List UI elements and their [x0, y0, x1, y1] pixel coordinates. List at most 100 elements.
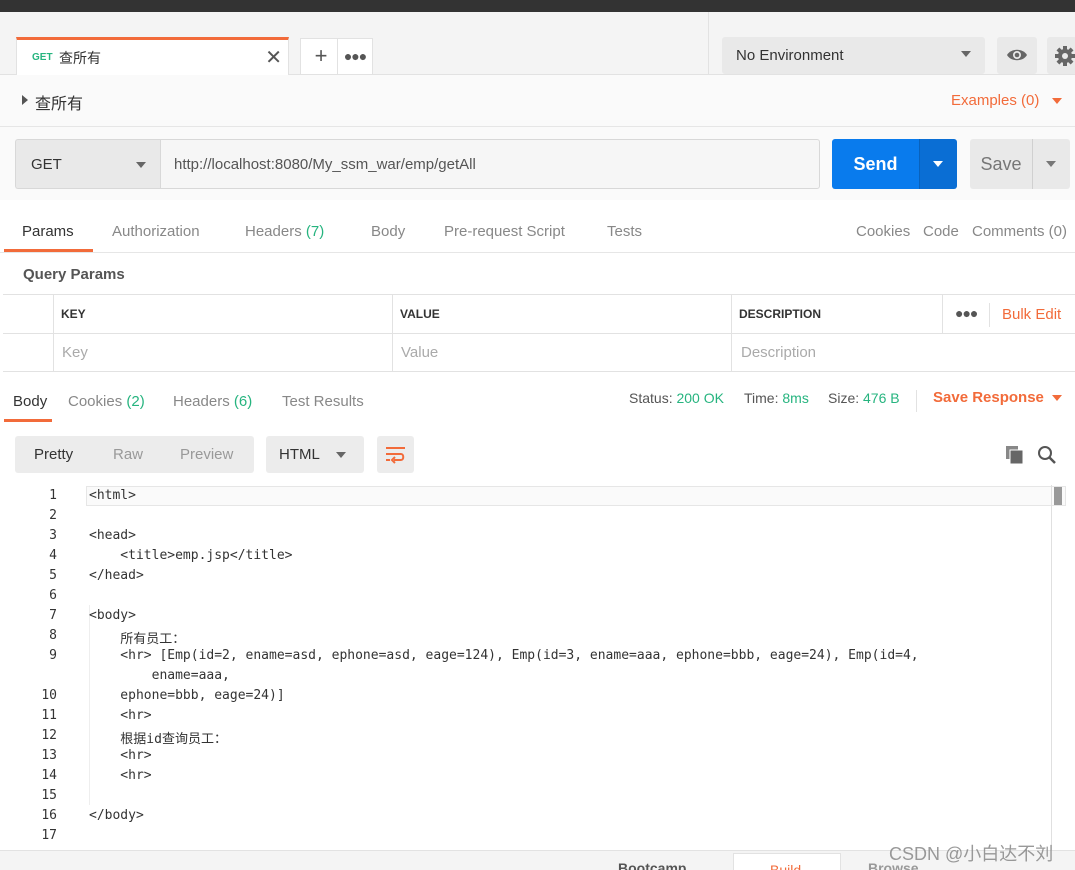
method-select-value: GET — [31, 156, 62, 173]
examples-dropdown[interactable]: Examples (0) — [951, 92, 1039, 109]
url-input[interactable] — [160, 139, 820, 189]
bootcamp-link[interactable]: Bootcamp — [592, 860, 686, 870]
code-line: <head> — [89, 528, 136, 543]
status-value[interactable]: 200 OK — [676, 390, 723, 406]
size-value[interactable]: 476 B — [863, 390, 900, 406]
line-number: 16 — [41, 808, 57, 823]
divider — [989, 303, 990, 327]
more-options-ellipsis-icon[interactable]: ●●● — [955, 305, 978, 321]
gear-icon — [1055, 46, 1075, 66]
chevron-down-icon — [933, 161, 943, 167]
tab-params[interactable]: Params — [22, 223, 74, 240]
bootcamp-label: Bootcamp — [618, 860, 687, 870]
tab-cookies-count: (2) — [126, 393, 145, 410]
divider — [942, 295, 943, 334]
description-input[interactable]: Description — [741, 344, 816, 361]
tab-cookies-label: Cookies — [68, 393, 123, 410]
code-line: ephone=bbb, eage=24)] — [89, 688, 285, 703]
tab-headers-label: Headers — [245, 223, 302, 240]
line-number: 15 — [41, 788, 57, 803]
response-body-editor[interactable]: 1 <html> 2 3 <head> 4 <title>emp.jsp</title> 5… — [0, 485, 1075, 850]
tab-response-cookies[interactable]: Cookies (2) — [68, 393, 145, 410]
line-number: 10 — [41, 688, 57, 703]
request-tab-name: 查所有 — [59, 50, 101, 66]
copy-icon[interactable] — [1005, 445, 1025, 465]
time-value[interactable]: 8ms — [782, 390, 808, 406]
tab-headers[interactable]: Headers (7) — [245, 223, 324, 240]
line-number: 8 — [49, 628, 57, 643]
view-raw[interactable]: Raw — [113, 446, 143, 463]
active-tab-indicator — [4, 249, 93, 252]
line-number: 7 — [49, 608, 57, 623]
search-icon[interactable] — [1037, 445, 1057, 465]
line-number: 12 — [41, 728, 57, 743]
comments-link[interactable]: Comments (0) — [972, 223, 1067, 240]
code-line: <html> — [89, 488, 136, 503]
code-line: <hr> — [89, 768, 152, 783]
send-options-dropdown[interactable] — [919, 139, 957, 189]
code-line: ename=aaa, — [89, 668, 230, 683]
current-line-highlight — [86, 486, 1066, 506]
save-button[interactable]: Save — [970, 139, 1032, 189]
tab-pre-request-script[interactable]: Pre-request Script — [444, 223, 565, 240]
line-number: 17 — [41, 828, 57, 843]
environment-select[interactable]: No Environment — [722, 37, 985, 74]
format-select-value: HTML — [279, 446, 320, 463]
request-title-bar: 查所有 Examples (0) — [0, 75, 1075, 127]
more-tabs-ellipsis-icon[interactable]: ●●● — [338, 41, 372, 71]
line-number: 3 — [49, 528, 57, 543]
key-input[interactable]: Key — [62, 344, 88, 361]
tab-test-results[interactable]: Test Results — [282, 393, 364, 410]
tab-tests[interactable]: Tests — [607, 223, 642, 240]
tab-actions: + ●●● — [300, 38, 373, 75]
column-header-description: DESCRIPTION — [739, 307, 822, 321]
code-line: <hr> — [89, 748, 152, 763]
time-label: Time: — [744, 390, 779, 406]
format-select[interactable]: HTML — [266, 436, 364, 473]
code-line: <hr> — [89, 708, 152, 723]
divider — [392, 295, 393, 372]
send-button[interactable]: Send — [832, 139, 919, 189]
tab-headers-count: (7) — [305, 223, 325, 240]
expand-triangle-icon[interactable] — [22, 95, 28, 105]
save-options-dropdown[interactable] — [1032, 139, 1070, 189]
view-preview[interactable]: Preview — [180, 446, 233, 463]
column-header-key: KEY — [61, 307, 86, 321]
cookies-link[interactable]: Cookies — [856, 223, 910, 240]
build-tab[interactable]: Build — [733, 853, 841, 870]
environment-quick-look-button[interactable] — [997, 37, 1037, 74]
close-icon[interactable]: ✕ — [265, 45, 282, 70]
watermark: CSDN @小白达不刘 — [889, 844, 1054, 864]
view-pretty[interactable]: Pretty — [34, 446, 73, 463]
wrap-lines-button[interactable] — [377, 436, 414, 473]
editor-scrollbar[interactable] — [1051, 485, 1063, 850]
code-line: </body> — [89, 808, 144, 823]
tab-response-body[interactable]: Body — [13, 393, 47, 410]
value-input[interactable]: Value — [401, 344, 438, 361]
request-tab[interactable]: GET 查所有 ✕ — [16, 37, 289, 75]
eye-icon — [1007, 49, 1027, 61]
divider — [916, 390, 917, 412]
tab-body[interactable]: Body — [371, 223, 405, 240]
request-title[interactable]: 查所有 — [35, 90, 83, 114]
chevron-down-icon — [1046, 161, 1056, 167]
tab-headers-label: Headers — [173, 393, 230, 410]
manage-environments-button[interactable] — [1047, 37, 1075, 74]
scrollbar-thumb[interactable] — [1054, 487, 1062, 505]
divider — [708, 12, 709, 74]
divider — [53, 295, 54, 372]
method-select[interactable]: GET — [15, 139, 161, 189]
divider — [731, 295, 732, 372]
new-tab-plus-icon[interactable]: + — [306, 41, 336, 71]
chevron-down-icon[interactable] — [1052, 395, 1062, 401]
table-header — [3, 295, 1075, 334]
code-link[interactable]: Code — [923, 223, 959, 240]
save-response-button[interactable]: Save Response — [933, 389, 1044, 406]
window-top-bar — [0, 0, 1075, 12]
tab-response-headers[interactable]: Headers (6) — [173, 393, 252, 410]
size-label: Size: — [828, 390, 860, 406]
chevron-down-icon — [961, 51, 971, 57]
chevron-down-icon[interactable] — [1052, 98, 1062, 104]
bulk-edit-link[interactable]: Bulk Edit — [1002, 306, 1061, 323]
tab-authorization[interactable]: Authorization — [112, 223, 200, 240]
